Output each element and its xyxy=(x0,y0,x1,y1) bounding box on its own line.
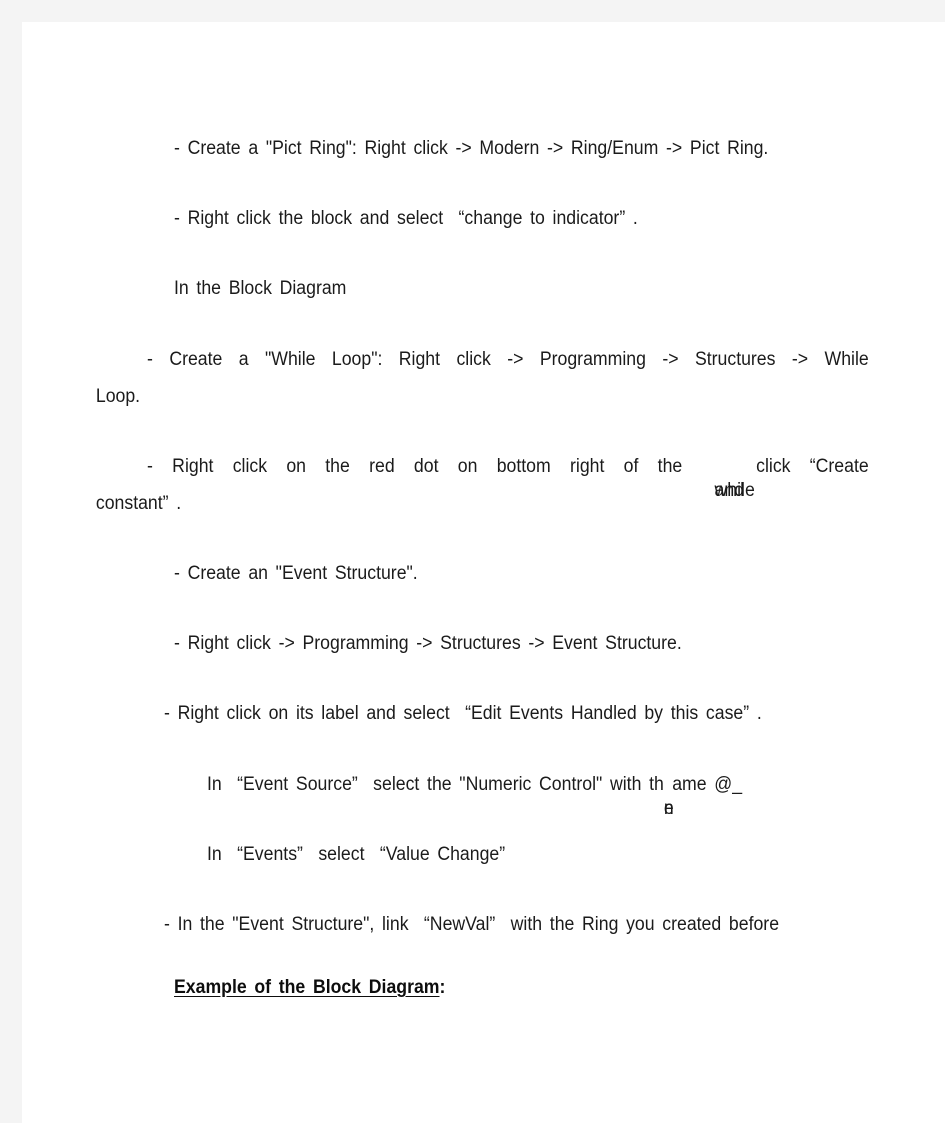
document-page: - Create a "Pict Ring": Right click -> M… xyxy=(22,22,945,1123)
paragraph-change-to-indicator: - Right click the block and select “chan… xyxy=(174,208,638,229)
heading-example-block-diagram: Example of the Block Diagram: xyxy=(174,977,445,999)
while-loop-line-1: - Create a "While Loop": Right click -> … xyxy=(147,349,869,370)
paragraph-create-pict-ring: - Create a "Pict Ring": Right click -> M… xyxy=(174,138,769,159)
document-body: - Create a "Pict Ring": Right click -> M… xyxy=(22,22,945,1123)
overlap-text-n: n xyxy=(663,798,674,819)
paragraph-events-value-change: In “Events” select “Value Change” xyxy=(207,844,506,865)
paragraph-red-dot-create-constant: - Right click on the red dot on bottom r… xyxy=(96,448,869,522)
event-source-suffix: ame @_ xyxy=(672,774,743,795)
red-dot-suffix: click “Create xyxy=(736,456,869,477)
red-dot-line-1: - Right click on the red dot on bottom r… xyxy=(134,448,869,501)
paragraph-create-event-structure: - Create an "Event Structure". xyxy=(174,563,418,584)
paragraph-right-click-event-structure-path: - Right click -> Programming -> Structur… xyxy=(174,633,682,654)
paragraph-event-source: In “Event Source” select the "Numeric Co… xyxy=(207,766,743,819)
red-dot-prefix: - Right click on the red dot on bottom r… xyxy=(147,456,702,477)
overlap-text-and: and xyxy=(714,480,745,501)
heading-colon: : xyxy=(439,977,446,998)
paragraph-newval-link: - In the "Event Structure", link “NewVal… xyxy=(164,914,780,935)
heading-underlined-text: Example of the Block Diagram xyxy=(174,977,440,998)
section-heading-block-diagram: In the Block Diagram xyxy=(174,278,347,299)
paragraph-edit-events-handled: - Right click on its label and select “E… xyxy=(164,703,762,724)
while-loop-line-2: Loop. xyxy=(95,386,141,407)
paragraph-create-while-loop: - Create a "While Loop": Right click -> … xyxy=(96,341,869,415)
event-source-prefix: In “Event Source” select the "Numeric Co… xyxy=(207,774,664,795)
